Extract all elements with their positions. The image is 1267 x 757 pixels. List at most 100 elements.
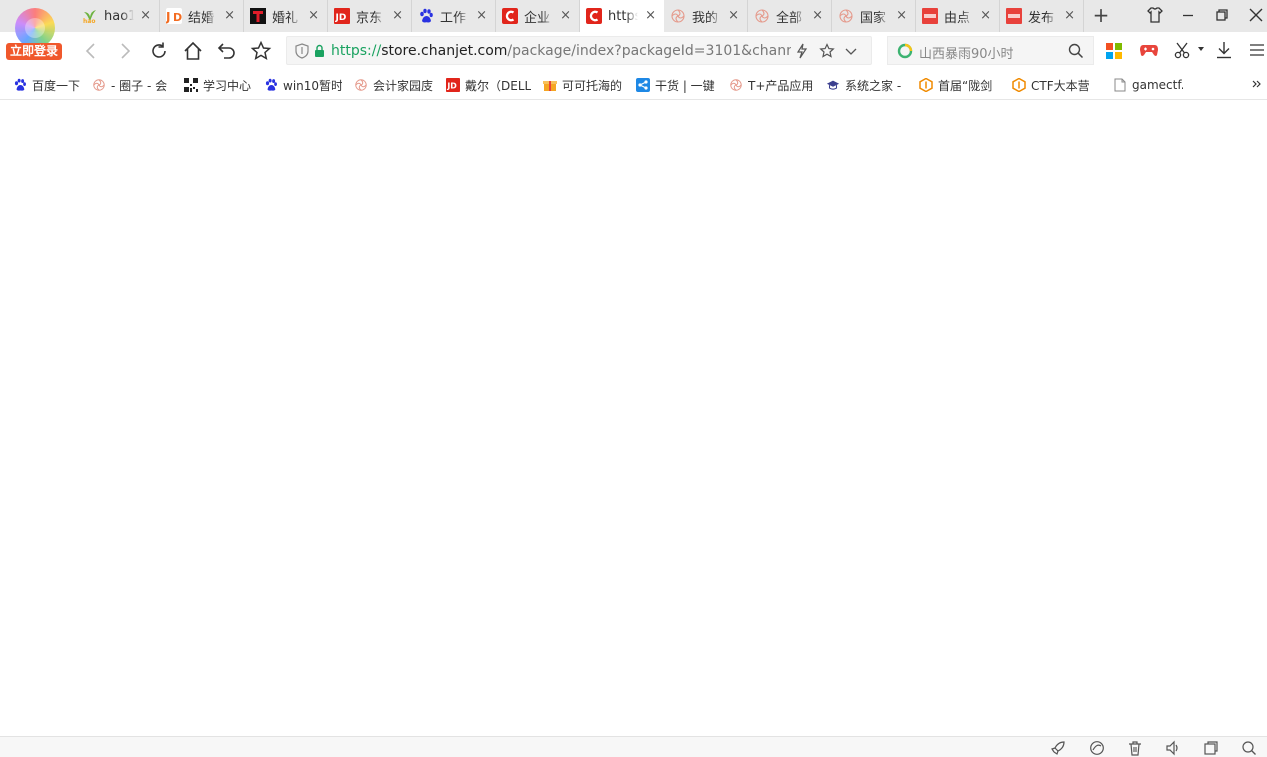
shield-icon[interactable] xyxy=(295,43,309,59)
trash-clear-icon[interactable] xyxy=(1127,740,1143,756)
bookmark-item[interactable]: win10暂时 xyxy=(264,76,342,94)
bookmark-item[interactable]: gamectf.co xyxy=(1113,76,1183,94)
minimize-button[interactable] xyxy=(1179,6,1199,26)
close-tab-icon[interactable]: × xyxy=(645,8,656,24)
bookmark-item[interactable]: JD 戴尔（DELL xyxy=(446,76,531,94)
url-text[interactable]: https://store.chanjet.com/package/index?… xyxy=(331,43,791,59)
bookmark-item[interactable]: CTF大本营 xyxy=(1012,76,1090,94)
back-button[interactable] xyxy=(80,40,102,62)
undo-close-tab-button[interactable] xyxy=(216,40,238,62)
browser-logo-icon xyxy=(15,8,55,48)
close-tab-icon[interactable]: × xyxy=(812,8,823,24)
hao123-icon: hao xyxy=(82,8,98,24)
window-pip-icon[interactable] xyxy=(1203,740,1219,756)
jd-icon: JD xyxy=(334,8,350,24)
tab-label: 工作 xyxy=(440,10,467,26)
swirl-icon xyxy=(838,8,854,24)
tab-6[interactable]: 企业 × xyxy=(496,0,580,32)
url-protocol: https:// xyxy=(331,43,382,59)
bookmark-item[interactable]: 会计家园庋 xyxy=(354,76,433,94)
more-bookmarks-icon[interactable] xyxy=(1252,79,1262,89)
lightning-speed-icon[interactable] xyxy=(795,43,809,59)
tab-4[interactable]: JD 京东 × xyxy=(328,0,412,32)
forward-button[interactable] xyxy=(114,40,136,62)
shirt-skin-icon[interactable] xyxy=(1146,6,1166,26)
scissors-screenshot-icon[interactable] xyxy=(1174,41,1192,59)
close-tab-icon[interactable]: × xyxy=(728,8,739,24)
tab-12[interactable]: 发布 × xyxy=(1000,0,1084,32)
close-tab-icon[interactable]: × xyxy=(980,8,991,24)
restore-button[interactable] xyxy=(1213,6,1233,26)
search-box[interactable]: 山西暴雨90小时 xyxy=(887,36,1094,65)
wedding-site-icon: JD xyxy=(166,8,182,24)
bookmark-item[interactable]: 首届“陇剑 xyxy=(919,76,992,94)
gamepad-icon[interactable] xyxy=(1139,41,1159,59)
bookmark-item[interactable]: 可可托海的 xyxy=(543,76,622,94)
close-tab-icon[interactable]: × xyxy=(1064,8,1075,24)
page-content-area[interactable] xyxy=(0,100,1267,736)
favorite-star-icon[interactable] xyxy=(819,43,835,59)
bookmarks-bar: 百度一下 - 圈子 - 会 学习中心 win10暂时 会计家园庋 JD 戴尔（DELL 可可托… xyxy=(0,70,1267,100)
orange-hex-icon xyxy=(1012,78,1026,92)
chevron-down-icon[interactable] xyxy=(844,44,858,58)
bookmark-label: 学习中心 xyxy=(203,78,252,93)
tab-label: 京东 xyxy=(356,10,383,26)
tab-11[interactable]: 由点 × xyxy=(916,0,1000,32)
tab-8[interactable]: 我的 × xyxy=(664,0,748,32)
swirl-icon xyxy=(670,8,686,24)
bookmark-item[interactable]: 学习中心 xyxy=(184,76,251,94)
bookmark-item[interactable]: 百度一下 xyxy=(13,76,80,94)
home-button[interactable] xyxy=(182,40,204,62)
bookmark-item[interactable]: - 圈子 - 会 xyxy=(92,76,167,94)
chanjet-icon xyxy=(586,8,602,24)
orange-hex-icon xyxy=(919,78,933,92)
close-tab-icon[interactable]: × xyxy=(476,8,487,24)
network-speed-icon[interactable] xyxy=(1089,740,1105,756)
search-icon[interactable] xyxy=(1068,43,1084,59)
svg-text:JD: JD xyxy=(446,82,457,91)
tab-label: hao123 xyxy=(104,8,134,24)
tab-2[interactable]: J D 结婚 × xyxy=(160,0,244,32)
new-tab-button[interactable]: + xyxy=(1092,4,1110,26)
bookmark-item[interactable]: T+产品应用 xyxy=(729,76,813,94)
qr-grid-icon xyxy=(184,78,198,92)
svg-text:J: J xyxy=(166,10,170,24)
bookmark-star-button[interactable] xyxy=(250,40,272,62)
lock-icon[interactable] xyxy=(314,44,325,58)
bookmark-item[interactable]: 系统之家 - xyxy=(826,76,901,94)
tab-label: 国家 xyxy=(860,10,887,26)
close-tab-icon[interactable]: × xyxy=(560,8,571,24)
close-tab-icon[interactable]: × xyxy=(308,8,319,24)
close-tab-icon[interactable]: × xyxy=(140,8,151,24)
rocket-accelerate-icon[interactable] xyxy=(1050,740,1066,756)
menu-icon[interactable] xyxy=(1249,42,1265,58)
browser-logo[interactable]: 立即登录 xyxy=(6,6,62,62)
tab-10[interactable]: 国家 × xyxy=(832,0,916,32)
tab-strip: 立即登录 hao hao123 × JD 结婚 × 婚礼 × JD 京东 × 工作 × 企业 × https ×… xyxy=(0,0,1267,60)
close-tab-icon[interactable]: × xyxy=(224,8,235,24)
bookmark-label: 可可托海的 xyxy=(562,78,623,93)
login-badge[interactable]: 立即登录 xyxy=(6,43,62,60)
bookmark-item[interactable]: 干货 | 一键 xyxy=(636,76,715,94)
close-tab-icon[interactable]: × xyxy=(392,8,403,24)
tab-9[interactable]: 全部 × xyxy=(748,0,832,32)
swirl-icon xyxy=(92,78,106,92)
tab-3[interactable]: 婚礼 × xyxy=(244,0,328,32)
download-icon[interactable] xyxy=(1215,41,1233,59)
zoom-search-icon[interactable] xyxy=(1241,740,1257,756)
windows-apps-icon[interactable] xyxy=(1106,43,1122,59)
screenshot-menu-chevron-icon[interactable] xyxy=(1197,45,1205,53)
t-brand-icon xyxy=(250,8,266,24)
baidu-paw-icon xyxy=(264,78,278,92)
svg-text:hao: hao xyxy=(83,18,95,24)
baidu-paw-icon xyxy=(418,8,434,24)
close-tab-icon[interactable]: × xyxy=(896,8,907,24)
svg-text:JD: JD xyxy=(335,13,347,23)
tab-1[interactable]: hao hao123 × xyxy=(76,0,160,32)
tab-7[interactable]: https × xyxy=(580,0,664,32)
address-bar[interactable]: https://store.chanjet.com/package/index?… xyxy=(286,36,872,65)
reload-button[interactable] xyxy=(148,40,170,62)
close-window-button[interactable] xyxy=(1247,6,1267,26)
speaker-volume-icon[interactable] xyxy=(1165,740,1181,756)
tab-5[interactable]: 工作 × xyxy=(412,0,496,32)
